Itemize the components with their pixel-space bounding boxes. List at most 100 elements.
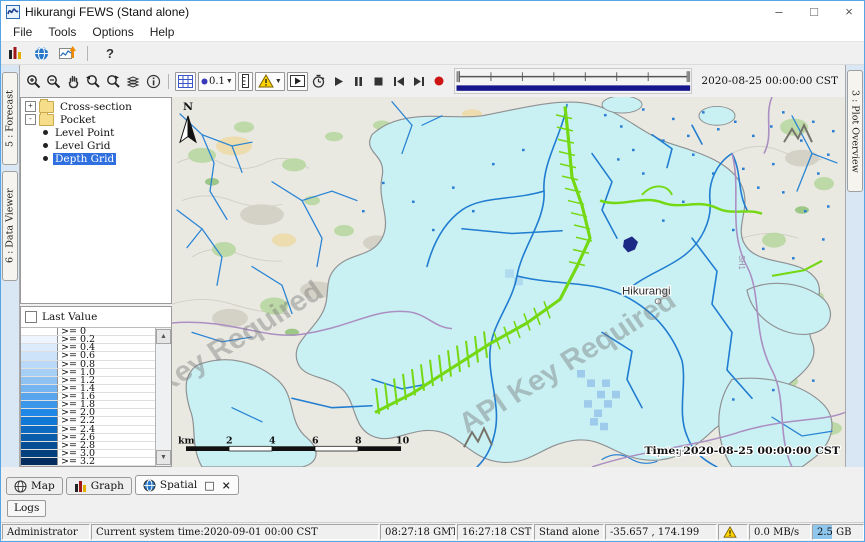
scale-tick: 8 <box>355 436 362 447</box>
tab-graph[interactable]: Graph <box>66 477 132 495</box>
app-icon <box>6 5 20 19</box>
tab-data-viewer[interactable]: 6 : Data Viewer <box>2 171 18 281</box>
tab-label: Spatial <box>160 479 197 491</box>
zoom-next-button[interactable] <box>104 72 122 90</box>
tab-label: Graph <box>91 480 124 492</box>
interval-dropdown[interactable]: 0.1 ▼ <box>198 72 236 91</box>
info-button[interactable] <box>144 72 162 90</box>
node-bullet-icon <box>43 143 48 148</box>
legend-row: >= 3.2 <box>21 458 155 466</box>
status-local-time: 16:27:18 CST <box>457 524 533 540</box>
tab-label: Map <box>31 480 55 492</box>
spatial-display-panel: 0.1 ▼ ▼ <box>19 65 846 467</box>
close-button[interactable]: × <box>834 1 864 23</box>
legend-value: >= 3.2 <box>58 458 155 465</box>
menu-file[interactable]: File <box>5 24 40 41</box>
chevron-down-icon: ▼ <box>275 78 282 85</box>
warning-dropdown[interactable]: ▼ <box>255 72 285 91</box>
legend-swatch <box>21 426 58 433</box>
tab-map[interactable]: Map <box>6 477 63 495</box>
bar-chart-icon <box>8 46 23 60</box>
skip-to-end-button[interactable] <box>410 72 428 90</box>
tab-maximize-button[interactable]: □ <box>204 479 214 492</box>
legend-swatch <box>21 450 58 457</box>
minimize-button[interactable]: – <box>764 1 794 23</box>
menu-options[interactable]: Options <box>84 24 141 41</box>
timeseries-dialog-button[interactable] <box>57 44 77 62</box>
zoom-out-button[interactable] <box>44 72 62 90</box>
menu-help[interactable]: Help <box>142 24 183 41</box>
last-value-checkbox[interactable] <box>25 311 37 323</box>
tree-item-label: Cross-section <box>58 101 134 113</box>
legend-swatch <box>21 352 58 359</box>
window-title: Hikurangi FEWS (Stand alone) <box>25 5 189 19</box>
menu-tools[interactable]: Tools <box>40 24 84 41</box>
map-toolbar: 0.1 ▼ ▼ <box>20 65 845 97</box>
tree-item-label: Pocket <box>58 114 98 126</box>
scale-tick: 10 <box>396 436 409 447</box>
explorer-button[interactable] <box>5 44 25 62</box>
status-memory: 2.5 GB <box>812 524 864 540</box>
map-display-button[interactable] <box>31 44 51 62</box>
scale-tick: 2 <box>226 436 233 447</box>
content-area: + Cross-section - PocketLevel PointLevel Gr… <box>20 97 845 467</box>
tree-item-depth-grid[interactable]: Depth Grid <box>21 152 171 165</box>
status-mode: Stand alone <box>534 524 604 540</box>
tree-item-level-point[interactable]: Level Point <box>21 126 171 139</box>
warning-icon <box>723 526 737 538</box>
bar-chart-icon <box>74 480 87 493</box>
tree-toggle[interactable]: + <box>25 101 36 112</box>
pan-button[interactable] <box>64 72 82 90</box>
maximize-button[interactable]: □ <box>799 1 829 23</box>
tab-spatial[interactable]: Spatial □ × <box>135 475 239 495</box>
play-button[interactable] <box>330 72 348 90</box>
globe-blue-icon <box>143 479 156 492</box>
node-bullet-icon <box>43 156 48 161</box>
tree-toggle[interactable]: - <box>25 114 36 125</box>
status-warning <box>718 524 748 540</box>
legend-swatch <box>21 344 58 351</box>
map-view[interactable]: Hikurangi Springs Flat SH1 Time: 2020-08… <box>172 97 845 467</box>
zoom-previous-button[interactable] <box>84 72 102 90</box>
tab-close-button[interactable]: × <box>222 479 231 492</box>
ruler-button[interactable] <box>238 72 253 91</box>
status-bar: AdministratorCurrent system time:2020-09… <box>1 522 864 541</box>
tree-item-level-grid[interactable]: Level Grid <box>21 139 171 152</box>
globe-icon <box>14 480 27 493</box>
legend-swatch <box>21 417 58 424</box>
skip-to-start-button[interactable] <box>390 72 408 90</box>
scroll-down-button[interactable]: ▼ <box>156 450 171 465</box>
app-window: Hikurangi FEWS (Stand alone) – □ × FileT… <box>0 0 865 542</box>
bottom-tab-bar: Map Graph Spatial □ × <box>1 467 864 495</box>
tree-item-label: Level Point <box>53 127 116 139</box>
right-tab-strip: 3 : Plot Overview <box>846 65 864 467</box>
tab-forecast[interactable]: 5 : Forecast <box>2 72 18 165</box>
stop-button[interactable] <box>370 72 388 90</box>
scale-tick: 6 <box>312 436 319 447</box>
help-button[interactable]: ? <box>98 46 114 61</box>
logs-button[interactable]: Logs <box>7 500 46 517</box>
road-label: SH1 <box>737 255 746 270</box>
pause-button[interactable] <box>350 72 368 90</box>
record-button[interactable] <box>430 72 448 90</box>
tree-item-pocket[interactable]: - Pocket <box>21 113 171 126</box>
tab-plot-overview[interactable]: 3 : Plot Overview <box>847 70 863 192</box>
chevron-down-icon: ▼ <box>226 78 233 85</box>
animation-dialog-button[interactable] <box>287 72 308 91</box>
legend-header: Last Value <box>21 307 171 327</box>
node-bullet-icon <box>43 130 48 135</box>
layers-button[interactable] <box>124 72 142 90</box>
legend-scrollbar[interactable]: ▲ ▼ <box>155 328 171 466</box>
timeseries-icon <box>59 46 76 61</box>
scroll-up-button[interactable]: ▲ <box>156 329 171 344</box>
legend-swatch <box>21 458 58 465</box>
legend-panel: Last Value >= 0>= 0.2>= 0.4>= 0.6>= 0.8>… <box>20 306 172 467</box>
timeline-slider[interactable] <box>454 68 693 94</box>
timer-button[interactable] <box>310 72 328 90</box>
grid-display-button[interactable] <box>175 72 196 91</box>
layer-tree: + Cross-section - PocketLevel PointLevel Gr… <box>20 97 172 304</box>
scale-tick: 4 <box>269 436 276 447</box>
main-toolbar: ? <box>1 42 864 65</box>
status-user: Administrator <box>2 524 90 540</box>
zoom-in-button[interactable] <box>24 72 42 90</box>
